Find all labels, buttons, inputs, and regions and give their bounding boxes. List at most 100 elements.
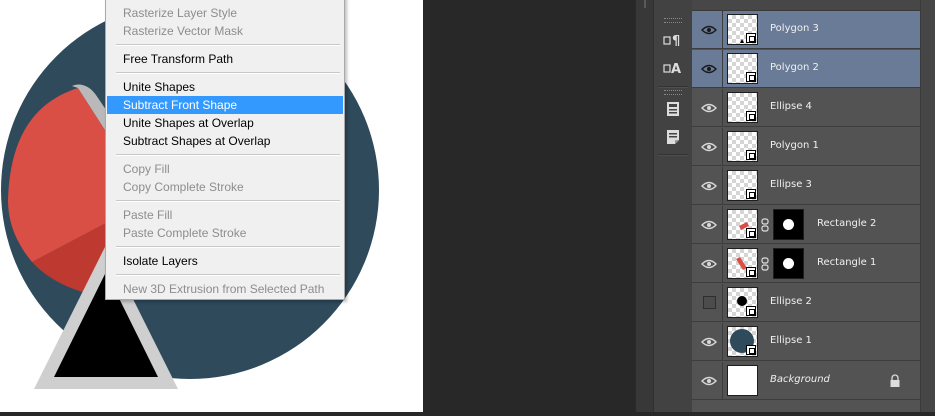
paragraph-icon[interactable]: ¶: [660, 28, 686, 52]
layers-panel: Polygon 3 Polygon 2 Ellipse 4 Polygon 1: [692, 0, 920, 412]
divider: [722, 284, 723, 322]
divider: [722, 89, 723, 127]
divider: [722, 11, 723, 49]
menu-item-free-transform-path[interactable]: Free Transform Path: [107, 50, 343, 68]
layer-name[interactable]: Background: [770, 374, 830, 385]
strip-separator: [658, 154, 688, 156]
layer-name[interactable]: Ellipse 1: [770, 335, 812, 346]
layers-panel-toolbar: [692, 0, 920, 11]
layer-row-polygon-2[interactable]: Polygon 2: [692, 50, 920, 88]
layer-row-rectangle-1[interactable]: Rectangle 1: [692, 245, 920, 283]
context-menu: Rasterize Layer Style Rasterize Vector M…: [105, 0, 345, 300]
layer-name[interactable]: Ellipse 2: [770, 296, 812, 307]
layer-thumbnail[interactable]: [727, 14, 758, 45]
layer-thumbnail[interactable]: [727, 209, 758, 240]
visibility-toggle-off[interactable]: [703, 296, 716, 309]
vector-mask-thumbnail[interactable]: [773, 248, 804, 279]
layer-name[interactable]: Ellipse 3: [770, 179, 812, 190]
visibility-eye-icon[interactable]: [700, 61, 718, 77]
layer-name[interactable]: Polygon 2: [770, 62, 819, 73]
menu-item-copy-fill[interactable]: Copy Fill: [107, 160, 343, 178]
layer-name[interactable]: Rectangle 2: [817, 218, 876, 229]
menu-separator: [116, 154, 340, 156]
vector-shape-icon: [746, 189, 756, 199]
collapsed-panel-strip: ¶ A: [653, 0, 693, 412]
menu-item-unite-shapes-at-overlap[interactable]: Unite Shapes at Overlap: [107, 114, 343, 132]
layer-thumbnail[interactable]: [727, 365, 758, 396]
menu-separator: [116, 200, 340, 202]
menu-item-copy-complete-stroke[interactable]: Copy Complete Stroke: [107, 178, 343, 196]
visibility-eye-icon[interactable]: [700, 373, 718, 389]
visibility-eye-icon[interactable]: [700, 256, 718, 272]
layer-row-polygon-3[interactable]: Polygon 3: [692, 11, 920, 49]
layer-thumbnail[interactable]: [727, 170, 758, 201]
visibility-eye-icon[interactable]: [700, 334, 718, 350]
layer-row-ellipse-2[interactable]: Ellipse 2: [692, 284, 920, 322]
vector-shape-icon: [746, 72, 756, 82]
visibility-eye-icon[interactable]: [700, 100, 718, 116]
divider: [722, 206, 723, 244]
visibility-eye-icon[interactable]: [700, 139, 718, 155]
menu-item-rasterize-layer-style[interactable]: Rasterize Layer Style: [107, 4, 343, 22]
layer-row-ellipse-4[interactable]: Ellipse 4: [692, 89, 920, 127]
menu-separator: [116, 72, 340, 74]
vector-shape-icon: [746, 150, 756, 160]
collapse-grip-icon: [644, 0, 646, 8]
divider: [722, 323, 723, 361]
svg-text:¶: ¶: [672, 34, 680, 49]
layer-thumbnail[interactable]: [727, 287, 758, 318]
notes-icon[interactable]: [660, 125, 686, 149]
menu-item-unite-shapes[interactable]: Unite Shapes: [107, 78, 343, 96]
layer-name[interactable]: Rectangle 1: [817, 257, 876, 268]
layer-row-background[interactable]: Background: [692, 362, 920, 400]
layer-name[interactable]: Ellipse 4: [770, 101, 812, 112]
divider: [722, 167, 723, 205]
chain-link-icon[interactable]: [761, 218, 769, 232]
layer-row-rectangle-2[interactable]: Rectangle 2: [692, 206, 920, 244]
layer-thumbnail[interactable]: [727, 53, 758, 84]
menu-separator: [116, 44, 340, 46]
document-canvas[interactable]: Rasterize Layer Style Rasterize Vector M…: [0, 0, 423, 412]
layer-thumbnail[interactable]: [727, 248, 758, 279]
layers-scrollbar[interactable]: [920, 0, 935, 412]
divider: [722, 362, 723, 400]
menu-item-paste-complete-stroke[interactable]: Paste Complete Stroke: [107, 224, 343, 242]
layer-thumbnail[interactable]: [727, 131, 758, 162]
layer-thumbnail[interactable]: [727, 92, 758, 123]
menu-item-isolate-layers[interactable]: Isolate Layers: [107, 252, 343, 270]
divider: [722, 245, 723, 283]
panel-dock-edge[interactable]: [635, 0, 654, 412]
menu-item-rasterize-vector-mask[interactable]: Rasterize Vector Mask: [107, 22, 343, 40]
layer-row-ellipse-1[interactable]: Ellipse 1: [692, 323, 920, 361]
divider: [722, 50, 723, 88]
svg-text:A: A: [671, 62, 681, 77]
menu-separator: [116, 274, 340, 276]
visibility-eye-icon[interactable]: [700, 178, 718, 194]
strip-separator: [658, 86, 688, 88]
visibility-eye-icon[interactable]: [700, 217, 718, 233]
visibility-eye-icon[interactable]: [700, 22, 718, 38]
vector-mask-thumbnail[interactable]: [773, 209, 804, 240]
layer-row-polygon-1[interactable]: Polygon 1: [692, 128, 920, 166]
character-icon[interactable]: A: [660, 56, 686, 80]
vector-shape-icon: [746, 33, 756, 43]
layer-row-ellipse-3[interactable]: Ellipse 3: [692, 167, 920, 205]
vector-shape-icon: [746, 345, 756, 355]
menu-item-paste-fill[interactable]: Paste Fill: [107, 206, 343, 224]
layer-thumbnail[interactable]: [727, 326, 758, 357]
vector-shape-icon: [746, 267, 756, 277]
chain-link-icon[interactable]: [761, 257, 769, 271]
layer-name[interactable]: Polygon 3: [770, 23, 819, 34]
grip-icon[interactable]: [664, 90, 682, 95]
properties-icon[interactable]: [660, 97, 686, 121]
workspace-background: [423, 0, 635, 412]
vector-shape-icon: [746, 228, 756, 238]
grip-icon[interactable]: [664, 18, 682, 23]
divider: [722, 128, 723, 166]
lock-icon[interactable]: [889, 374, 901, 388]
menu-item-subtract-shapes-at-overlap[interactable]: Subtract Shapes at Overlap: [107, 132, 343, 150]
menu-separator: [116, 246, 340, 248]
menu-item-subtract-front-shape[interactable]: Subtract Front Shape: [107, 96, 343, 114]
layer-name[interactable]: Polygon 1: [770, 140, 819, 151]
menu-item-new-3d-extrusion[interactable]: New 3D Extrusion from Selected Path: [107, 280, 343, 298]
